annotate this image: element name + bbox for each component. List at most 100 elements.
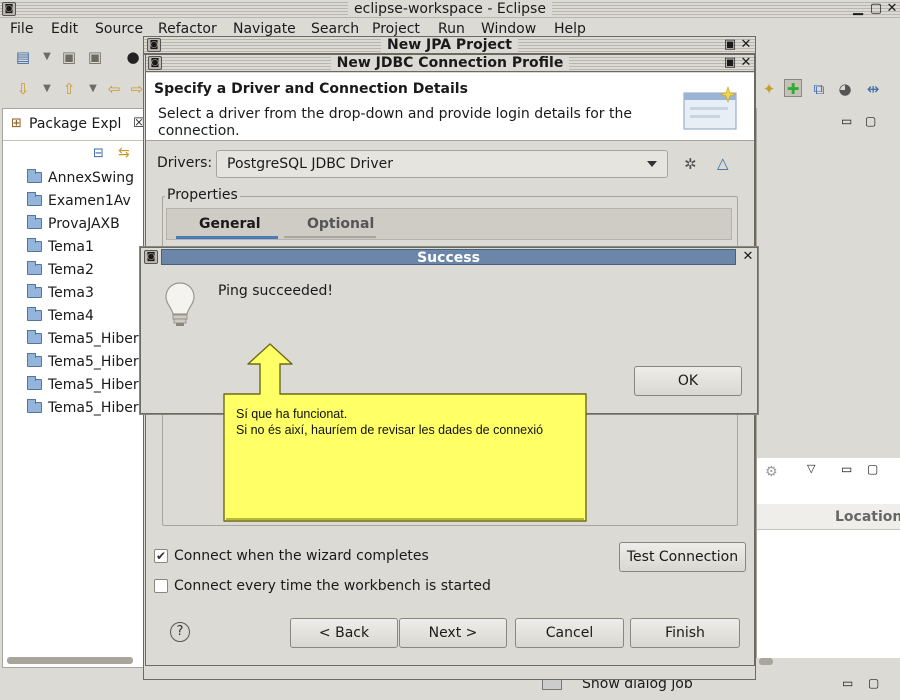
close-icon[interactable]: ✕	[738, 55, 754, 71]
list-item[interactable]: Tema5_Hibern	[27, 399, 147, 416]
dialog-menu-icon[interactable]: ◙	[144, 250, 158, 264]
maximize-icon[interactable]: ▣	[722, 37, 738, 53]
close-icon[interactable]: ✕	[884, 1, 900, 17]
list-item[interactable]: Tema3	[27, 284, 94, 301]
project-folder-icon	[27, 376, 42, 390]
new-icon[interactable]: ▤	[14, 48, 32, 66]
chevron-down-icon[interactable]: ▽	[807, 462, 815, 475]
view-menu-icon[interactable]: ⚙	[765, 464, 778, 480]
project-folder-icon	[27, 330, 42, 344]
horizontal-scrollbar[interactable]	[7, 657, 133, 664]
connect-every-time-checkbox[interactable]	[154, 579, 168, 593]
minimize-view-icon[interactable]: ▭	[841, 114, 852, 128]
chevron-down-icon[interactable]: ▼	[84, 80, 102, 98]
connect-on-finish-checkbox[interactable]: ✔	[154, 549, 168, 563]
menu-edit[interactable]: Edit	[51, 21, 78, 37]
help-icon[interactable]: ?	[170, 622, 190, 642]
debug-icon[interactable]: ●	[124, 48, 142, 66]
maximize-icon[interactable]: ▣	[722, 55, 738, 71]
menu-navigate[interactable]: Navigate	[233, 21, 296, 37]
jdbc-dialog-title: New JDBC Connection Profile	[330, 55, 570, 71]
success-message: Ping succeeded!	[218, 283, 334, 299]
package-explorer-label: Package Expl	[29, 116, 122, 132]
menu-search[interactable]: Search	[311, 21, 359, 37]
maximize-view-icon[interactable]: ▢	[868, 676, 879, 690]
list-item[interactable]: ProvaJAXB	[27, 215, 120, 232]
annotation-line-2: Si no és així, hauríem de revisar les da…	[236, 423, 544, 437]
maximize-view-icon[interactable]: ▢	[865, 114, 876, 128]
menu-source[interactable]: Source	[95, 21, 143, 37]
list-item[interactable]: Tema4	[27, 307, 94, 324]
success-dialog-titlebar[interactable]: Success	[161, 249, 736, 266]
java-perspective-icon[interactable]: ✦	[760, 80, 778, 98]
column-header-location[interactable]: Location	[835, 509, 900, 525]
debug-perspective-icon[interactable]: ✚	[784, 79, 802, 98]
menu-project[interactable]: Project	[372, 21, 420, 37]
minimize-view-icon[interactable]: ▭	[842, 676, 853, 690]
list-item[interactable]: Tema5_Hibern	[27, 376, 147, 393]
chevron-down-icon[interactable]: ▼	[38, 80, 56, 98]
finish-button[interactable]: Finish	[630, 618, 740, 648]
save-icon[interactable]: ▣	[60, 48, 78, 66]
project-folder-icon	[27, 307, 42, 321]
list-item[interactable]: Tema5_Hibern	[27, 353, 147, 370]
list-item[interactable]: Tema1	[27, 238, 94, 255]
save-all-icon[interactable]: ▣	[86, 48, 104, 66]
tab-general[interactable]: General	[199, 216, 261, 232]
next-annotation-icon[interactable]: ⇩	[14, 80, 32, 98]
menu-refactor[interactable]: Refactor	[158, 21, 217, 37]
jpa-dialog-titlebar[interactable]: New JPA Project	[143, 36, 756, 54]
database-perspective-icon[interactable]: ◕	[836, 80, 854, 98]
annotation-line-1: Sí que ha funcionat.	[236, 407, 348, 421]
list-item[interactable]: AnnexSwing	[27, 169, 134, 186]
data-source-pane: ⚙ ▽ ▭ ▢ Location	[756, 458, 900, 665]
resource-perspective-icon[interactable]: ⧉	[810, 80, 828, 98]
maximize-view-icon[interactable]: ▢	[867, 462, 878, 476]
package-explorer-icon: ⊞	[11, 116, 22, 131]
maximize-icon[interactable]: ▢	[868, 1, 884, 17]
jdbc-dialog-titlebar[interactable]: New JDBC Connection Profile	[145, 54, 755, 72]
horizontal-scrollbar[interactable]	[759, 658, 773, 665]
next-button[interactable]: Next >	[399, 618, 507, 648]
minimize-view-icon[interactable]: ▭	[841, 462, 852, 476]
menu-help[interactable]: Help	[554, 21, 586, 37]
window-title: eclipse-workspace - Eclipse	[348, 1, 552, 17]
list-item[interactable]: Tema5_Hibern	[27, 330, 147, 347]
edit-driver-icon[interactable]: △	[717, 154, 729, 172]
menu-file[interactable]: File	[10, 21, 33, 37]
dialog-menu-icon[interactable]: ◙	[147, 38, 161, 52]
cancel-button[interactable]: Cancel	[515, 618, 624, 648]
project-folder-icon	[27, 192, 42, 206]
link-with-editor-icon[interactable]: ⇆	[118, 145, 130, 161]
close-icon[interactable]: ✕	[738, 37, 754, 53]
minimize-icon[interactable]: ▁	[850, 1, 866, 17]
drivers-label: Drivers:	[157, 155, 213, 171]
team-perspective-icon[interactable]: ⇹	[864, 80, 882, 98]
list-item[interactable]: Tema2	[27, 261, 94, 278]
menu-run[interactable]: Run	[438, 21, 465, 37]
outline-pane: ▭ ▢	[756, 108, 900, 458]
new-driver-icon[interactable]: ✲	[684, 155, 697, 173]
back-icon[interactable]: ⇦	[105, 80, 123, 98]
test-connection-button[interactable]: Test Connection	[619, 542, 746, 572]
chevron-down-icon[interactable]: ▼	[38, 48, 56, 66]
ok-button[interactable]: OK	[634, 366, 742, 396]
wizard-header-title: Specify a Driver and Connection Details	[154, 81, 468, 97]
success-dialog-title: Success	[417, 250, 480, 266]
window-menu-icon[interactable]: ◙	[2, 2, 16, 16]
previous-annotation-icon[interactable]: ⇧	[60, 80, 78, 98]
main-titlebar[interactable]: eclipse-workspace - Eclipse	[0, 0, 900, 18]
back-button[interactable]: < Back	[290, 618, 398, 648]
package-explorer-tab[interactable]: ⊞ Package Expl ☒	[3, 109, 146, 141]
collapse-all-icon[interactable]: ⊟	[93, 146, 104, 161]
annotation-text: Sí que ha funcionat. Si no és així, haur…	[236, 406, 576, 438]
chevron-down-icon	[647, 161, 657, 167]
menu-window[interactable]: Window	[481, 21, 536, 37]
list-item[interactable]: Examen1Av	[27, 192, 131, 209]
drivers-dropdown[interactable]: PostgreSQL JDBC Driver	[216, 150, 668, 178]
active-tab-indicator	[176, 236, 278, 239]
tab-optional[interactable]: Optional	[307, 216, 374, 232]
project-folder-icon	[27, 399, 42, 413]
dialog-menu-icon[interactable]: ◙	[148, 56, 162, 70]
close-icon[interactable]: ✕	[740, 249, 756, 265]
